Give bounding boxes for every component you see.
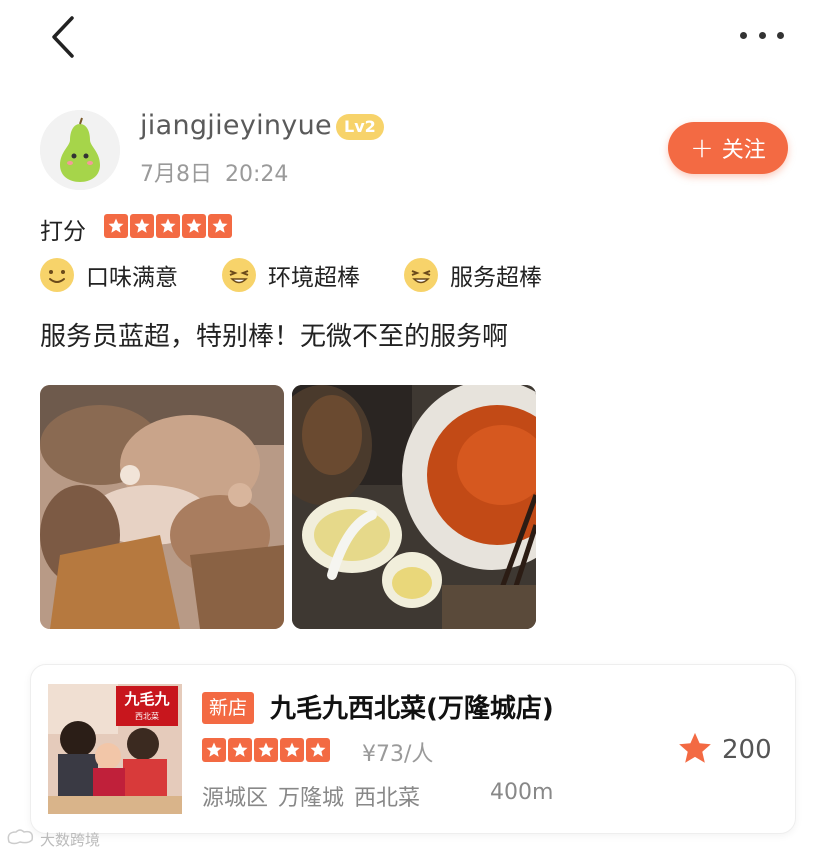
review-text: 服务员蓝超，特别棒！无微不至的服务啊 [40, 322, 509, 352]
shop-distance: 400m [490, 780, 554, 805]
star-icon [202, 738, 226, 762]
shop-area: 万隆城 [278, 786, 345, 811]
dot-icon [777, 31, 784, 39]
smile-face-icon [40, 258, 74, 292]
rating-stars [104, 214, 232, 238]
pear-avatar-icon [40, 110, 120, 190]
username[interactable]: jiangjieyinyue [140, 110, 332, 141]
tag-service: 服务超棒 [404, 258, 542, 292]
tag-environment: 环境超棒 [222, 258, 360, 292]
tag-taste: 口味满意 [40, 258, 178, 292]
review-photo[interactable] [292, 385, 536, 629]
plus-icon: + [690, 131, 714, 164]
post-datetime: 7月8日 20:24 [140, 156, 288, 188]
back-button[interactable] [44, 14, 84, 60]
watermark-logo-icon [6, 828, 36, 850]
star-icon [208, 214, 232, 238]
shop-image[interactable]: 九毛九 西北菜 [48, 684, 182, 814]
star-favorite-icon[interactable] [676, 730, 714, 768]
tag-label: 环境超棒 [268, 265, 360, 291]
star-icon [182, 214, 206, 238]
grin-face-icon [222, 258, 256, 292]
tag-label: 服务超棒 [450, 265, 542, 291]
chevron-left-icon [52, 16, 74, 58]
star-icon [156, 214, 180, 238]
shop-logo: 九毛九 西北菜 [116, 686, 178, 726]
level-badge: Lv2 [336, 114, 384, 140]
review-photo[interactable] [40, 385, 284, 629]
shop-rating-stars [202, 738, 330, 762]
new-shop-badge: 新店 [202, 692, 255, 724]
favorite-count: 200 [722, 735, 772, 765]
dot-icon [740, 31, 747, 39]
shop-logo-sub: 西北菜 [135, 712, 159, 721]
shop-cuisine: 西北菜 [354, 786, 421, 811]
post-time: 20:24 [225, 162, 289, 187]
star-icon [306, 738, 330, 762]
dot-icon [758, 31, 766, 39]
star-icon [104, 214, 128, 238]
rating-label: 打分 [40, 219, 86, 245]
follow-button[interactable]: + 关注 [668, 122, 788, 174]
avatar[interactable] [40, 110, 120, 190]
watermark: 大数跨境 [6, 828, 100, 850]
more-options-button[interactable] [740, 28, 784, 42]
shop-district: 源城区 [202, 786, 269, 811]
shop-price: ¥73/人 [362, 742, 434, 767]
shop-location: 源城区 万隆城 西北菜 [202, 780, 420, 812]
star-icon [130, 214, 154, 238]
star-icon [280, 738, 304, 762]
shop-logo-text: 九毛九 [124, 690, 170, 708]
shop-name[interactable]: 九毛九西北菜(万隆城店) [270, 688, 554, 725]
dishes-photo-image [292, 385, 536, 629]
watermark-text: 大数跨境 [40, 830, 101, 849]
star-icon [228, 738, 252, 762]
tag-label: 口味满意 [86, 265, 178, 291]
star-icon [254, 738, 278, 762]
food-photo-image [40, 385, 284, 629]
grin-face-icon [404, 258, 438, 292]
follow-label: 关注 [721, 138, 766, 163]
post-date: 7月8日 [140, 162, 212, 187]
